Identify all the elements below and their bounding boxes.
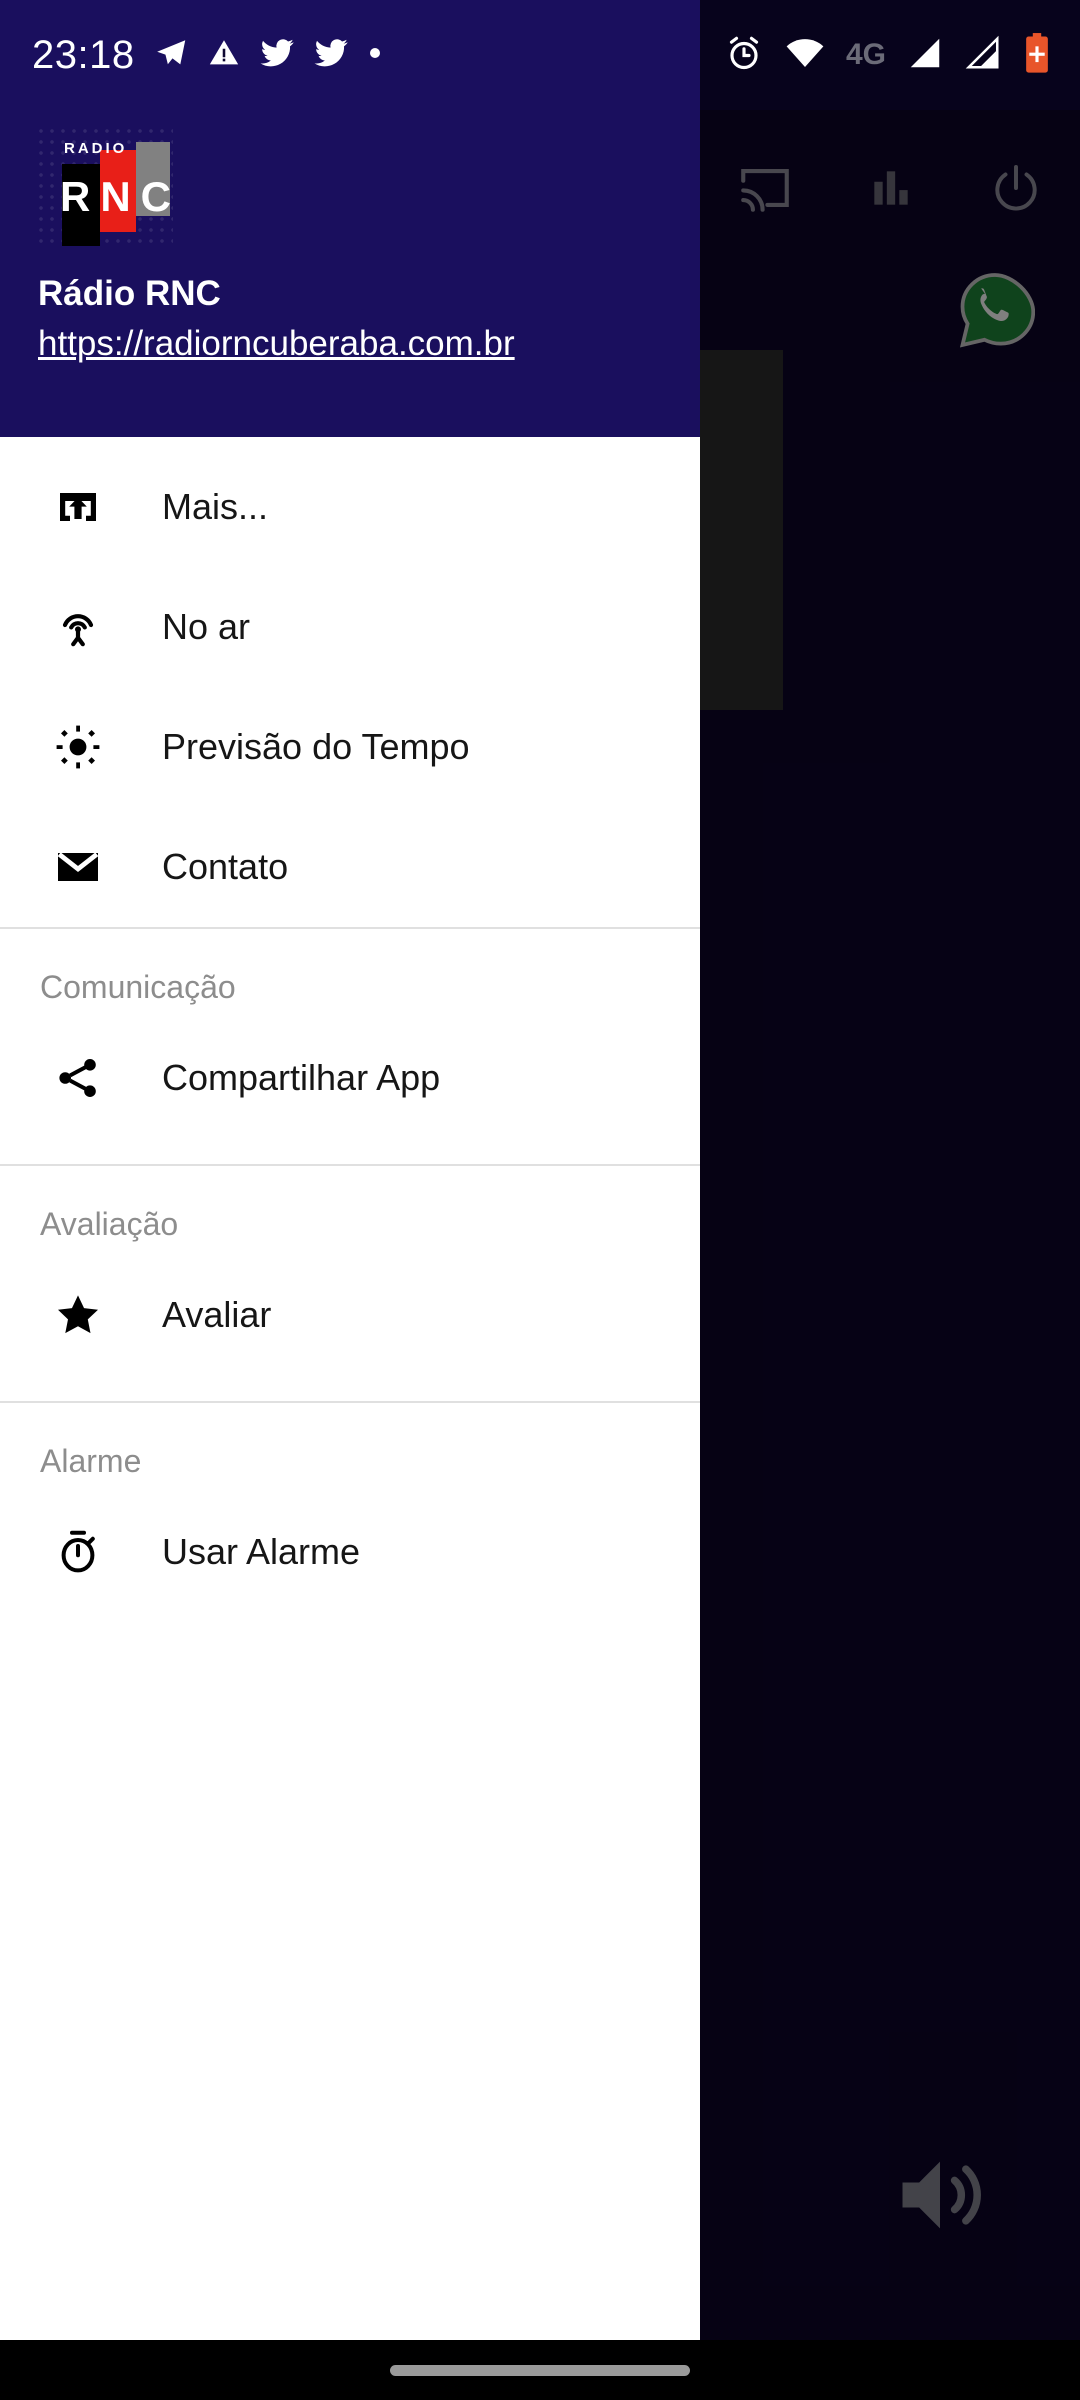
section-title: Comunicação <box>40 969 236 1005</box>
menu-item-previsao-do-tempo[interactable]: Previsão do Tempo <box>0 687 700 807</box>
dot-icon <box>367 45 383 66</box>
power-icon[interactable] <box>988 160 1044 221</box>
open-in-new-icon <box>52 481 104 533</box>
navigation-drawer: RADIO RNC Rádio RNC https://radiorncuber… <box>0 0 700 2340</box>
menu-item-usar-alarme[interactable]: Usar Alarme <box>0 1492 700 1612</box>
phone-screen: C <box>0 0 1080 2400</box>
menu-item-contato[interactable]: Contato <box>0 807 700 927</box>
logo-radio-text: RADIO <box>64 140 128 157</box>
section-alarme: Alarme Usar Alarme <box>0 1403 700 1638</box>
rnc-logo: RADIO RNC <box>38 128 173 246</box>
status-bar-left: 23:18 <box>0 0 383 110</box>
background-toolbar <box>700 140 1080 240</box>
signal-icon-2 <box>964 34 1002 77</box>
equalizer-icon[interactable] <box>866 163 916 218</box>
menu-item-label: Compartilhar App <box>162 1057 441 1098</box>
email-icon <box>52 841 104 893</box>
whatsapp-icon[interactable] <box>955 270 1036 350</box>
home-gesture-pill[interactable] <box>390 2364 690 2376</box>
sun-icon <box>52 721 104 773</box>
menu-item-label: Avaliar <box>162 1294 272 1335</box>
signal-icon-1 <box>906 34 944 77</box>
broadcast-icon <box>52 601 104 653</box>
drawer-title: Rádio RNC <box>38 274 221 313</box>
status-bar-right: 4G <box>724 0 1052 110</box>
battery-saver-icon <box>1022 32 1052 79</box>
section-comunicacao: Comunicação Compartilhar App <box>0 929 700 1164</box>
drawer-menu: Mais... No ar Previsão do Tempo Contato … <box>0 437 700 2340</box>
twitter-icon <box>259 35 295 76</box>
status-time: 23:18 <box>32 32 135 77</box>
section-avaliacao: Avaliação Avaliar <box>0 1166 700 1401</box>
menu-item-no-ar[interactable]: No ar <box>0 567 700 687</box>
menu-item-label: Previsão do Tempo <box>162 726 470 767</box>
share-icon <box>52 1052 104 1104</box>
wifi-icon <box>784 32 826 79</box>
network-type-label: 4G <box>845 38 886 71</box>
menu-item-compartilhar-app[interactable]: Compartilhar App <box>0 1018 700 1138</box>
menu-item-mais[interactable]: Mais... <box>0 447 700 567</box>
menu-item-avaliar[interactable]: Avaliar <box>0 1255 700 1375</box>
menu-item-label: Mais... <box>162 486 269 527</box>
telegram-icon <box>153 35 189 76</box>
menu-item-label: Contato <box>162 846 289 887</box>
logo-letters-text: RNC <box>60 173 181 220</box>
alarm-icon <box>724 33 764 78</box>
section-title: Alarme <box>40 1443 142 1479</box>
drawer-url-link[interactable]: https://radiorncuberaba.com.br <box>38 324 700 364</box>
status-bar: 23:18 4G <box>0 0 1080 110</box>
star-icon <box>52 1289 104 1341</box>
navigation-bar <box>0 2340 1080 2400</box>
warning-icon <box>207 36 241 75</box>
section-title: Avaliação <box>40 1206 179 1242</box>
cast-icon[interactable] <box>736 159 794 222</box>
volume-up-icon[interactable] <box>890 2145 990 2250</box>
twitter-icon-2 <box>313 35 349 76</box>
menu-item-label: No ar <box>162 606 251 647</box>
timer-icon <box>52 1526 104 1578</box>
menu-item-label: Usar Alarme <box>162 1531 361 1572</box>
